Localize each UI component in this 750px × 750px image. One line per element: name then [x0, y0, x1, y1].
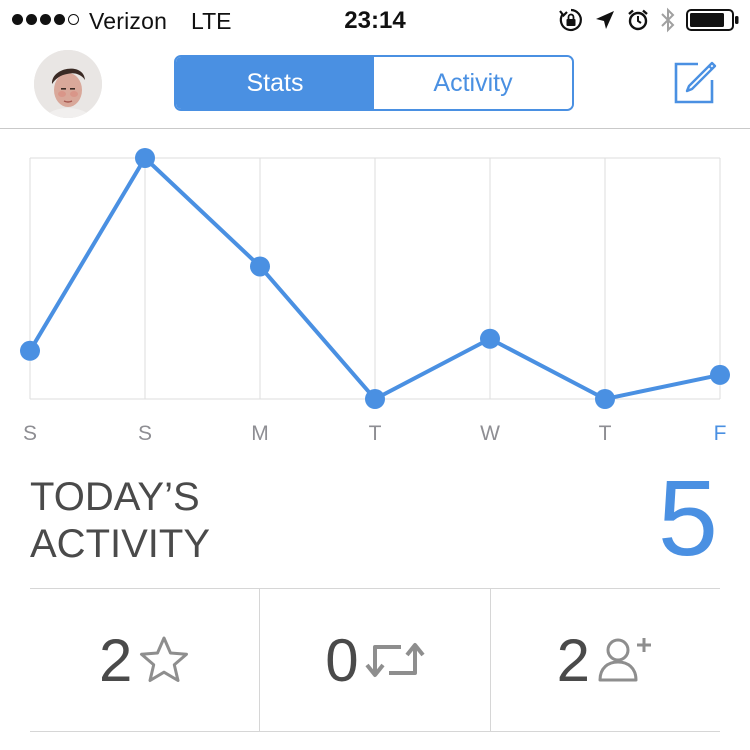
star-outline-icon — [140, 636, 189, 682]
retweet-icon — [365, 643, 425, 677]
data-point — [595, 389, 615, 409]
nav-bar: Stats Activity — [0, 40, 750, 129]
followers-stat[interactable]: 2 — [489, 589, 720, 731]
todays-activity-label: TODAY’S ACTIVITY — [30, 474, 330, 568]
followers-count: 2 — [556, 626, 590, 694]
location-arrow-icon — [596, 11, 614, 29]
alarm-icon — [628, 9, 648, 31]
todays-activity-line2: ACTIVITY — [30, 522, 211, 566]
retweets-stat[interactable]: 0 — [259, 589, 489, 731]
bluetooth-icon — [661, 7, 675, 33]
x-tick-label: S — [23, 422, 37, 445]
x-tick-label: F — [714, 422, 727, 445]
favorites-count: 2 — [98, 626, 133, 694]
status-icons — [558, 6, 740, 34]
data-point — [20, 340, 40, 361]
tab-stats[interactable]: Stats — [176, 57, 374, 109]
tab-activity[interactable]: Activity — [374, 57, 572, 109]
data-point — [250, 256, 270, 277]
x-tick-label: T — [369, 422, 382, 445]
orientation-lock-icon — [559, 8, 582, 32]
todays-activity-count: 5 — [657, 457, 718, 578]
stats-activity-segmented-control: Stats Activity — [174, 55, 574, 111]
x-tick-label: S — [138, 422, 152, 445]
profile-avatar-icon — [34, 50, 102, 118]
line-chart: SSMTWTF — [20, 148, 730, 445]
data-point — [710, 364, 730, 385]
todays-activity-line1: TODAY’S — [30, 475, 200, 519]
weekly-activity-chart: SSMTWTF — [0, 129, 750, 459]
stats-row: 2 0 2 — [30, 589, 720, 732]
x-tick-label: T — [599, 422, 612, 445]
data-point — [480, 328, 500, 349]
battery-icon — [686, 9, 739, 31]
data-point — [365, 389, 385, 409]
x-tick-label: M — [251, 422, 269, 445]
compose-icon[interactable] — [672, 60, 718, 106]
data-point — [135, 148, 155, 168]
retweets-count: 0 — [325, 626, 359, 694]
avatar[interactable] — [34, 50, 102, 118]
x-tick-label: W — [480, 422, 500, 445]
follower-add-icon — [598, 638, 651, 682]
favorites-stat[interactable]: 2 — [30, 589, 259, 731]
status-bar: Verizon LTE 23:14 — [0, 0, 750, 40]
